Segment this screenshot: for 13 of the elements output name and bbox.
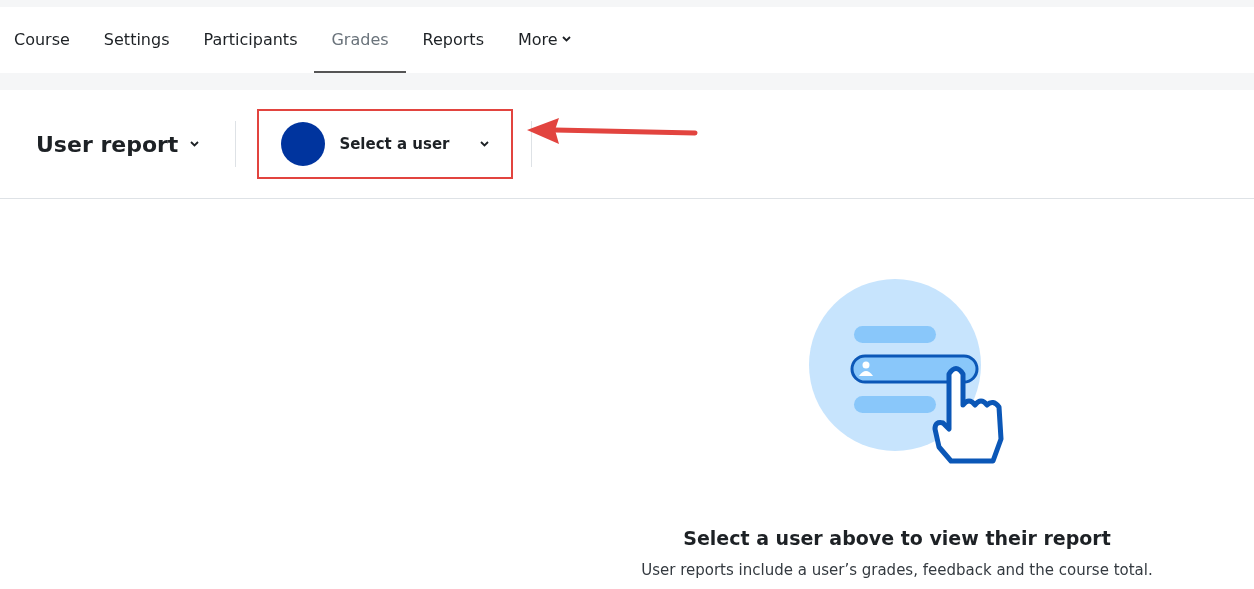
nav-tab[interactable]: Reports <box>405 7 501 73</box>
nav-tab[interactable]: Participants <box>186 7 315 73</box>
empty-state-title: Select a user above to view their report <box>683 527 1111 549</box>
caret-icon <box>190 141 200 147</box>
nav-tab[interactable]: Course <box>0 7 87 73</box>
empty-state-description: User reports include a user’s grades, feedback and the course total. <box>641 561 1153 579</box>
nav-tab[interactable]: More <box>500 7 588 73</box>
user-dropdown[interactable]: Select a user <box>259 111 511 177</box>
nav-tab[interactable]: Settings <box>86 7 187 73</box>
caret-icon <box>479 141 489 147</box>
nav-tab[interactable]: Grades <box>314 7 406 73</box>
avatar-icon <box>281 122 326 166</box>
report-dropdown[interactable]: User report <box>36 131 200 157</box>
